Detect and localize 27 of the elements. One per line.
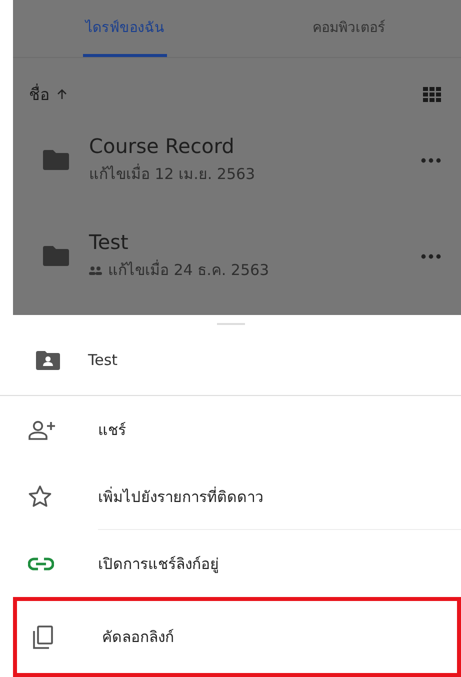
folder-name: Course Record bbox=[89, 134, 236, 158]
sheet-title: Test bbox=[88, 351, 118, 369]
folder-row[interactable]: Test แก้ไขเมื่อ 24 ธ.ค. 2563 bbox=[13, 208, 461, 304]
add-person-icon bbox=[28, 420, 56, 440]
drag-handle[interactable] bbox=[216, 323, 244, 325]
sort-button[interactable]: ชื่อ bbox=[29, 82, 68, 106]
more-icon[interactable] bbox=[421, 158, 441, 162]
link-icon bbox=[28, 556, 54, 570]
more-icon[interactable] bbox=[421, 254, 441, 258]
folder-row[interactable]: Course Record แก้ไขเมื่อ 12 เม.ย. 2563 bbox=[13, 112, 461, 208]
up-arrow-icon bbox=[56, 88, 68, 100]
menu-item[interactable]: คัดลอกลิงก์ bbox=[13, 597, 461, 677]
modified-date: แก้ไขเมื่อ 12 เม.ย. 2563 bbox=[89, 162, 256, 185]
menu-item[interactable]: แชร์ bbox=[0, 396, 461, 463]
copy-icon bbox=[32, 624, 54, 650]
modified-date: แก้ไขเมื่อ 24 ธ.ค. 2563 bbox=[108, 258, 270, 281]
people-icon bbox=[89, 266, 102, 274]
shared-folder-icon bbox=[36, 350, 60, 370]
tab[interactable]: ไดรฟ์ของฉัน bbox=[83, 0, 167, 57]
folder-name: Test bbox=[89, 230, 130, 254]
menu-item[interactable]: เปิดการแชร์ลิงก์อยู่ bbox=[0, 530, 461, 597]
menu-item[interactable]: เพิ่มไปยังรายการที่ติดดาว bbox=[0, 463, 461, 530]
folder-icon bbox=[43, 246, 69, 266]
tab[interactable]: คอมพิวเตอร์ bbox=[307, 0, 391, 57]
folder-icon bbox=[43, 150, 69, 170]
grid-view-icon[interactable] bbox=[423, 86, 441, 102]
star-icon bbox=[28, 485, 52, 508]
